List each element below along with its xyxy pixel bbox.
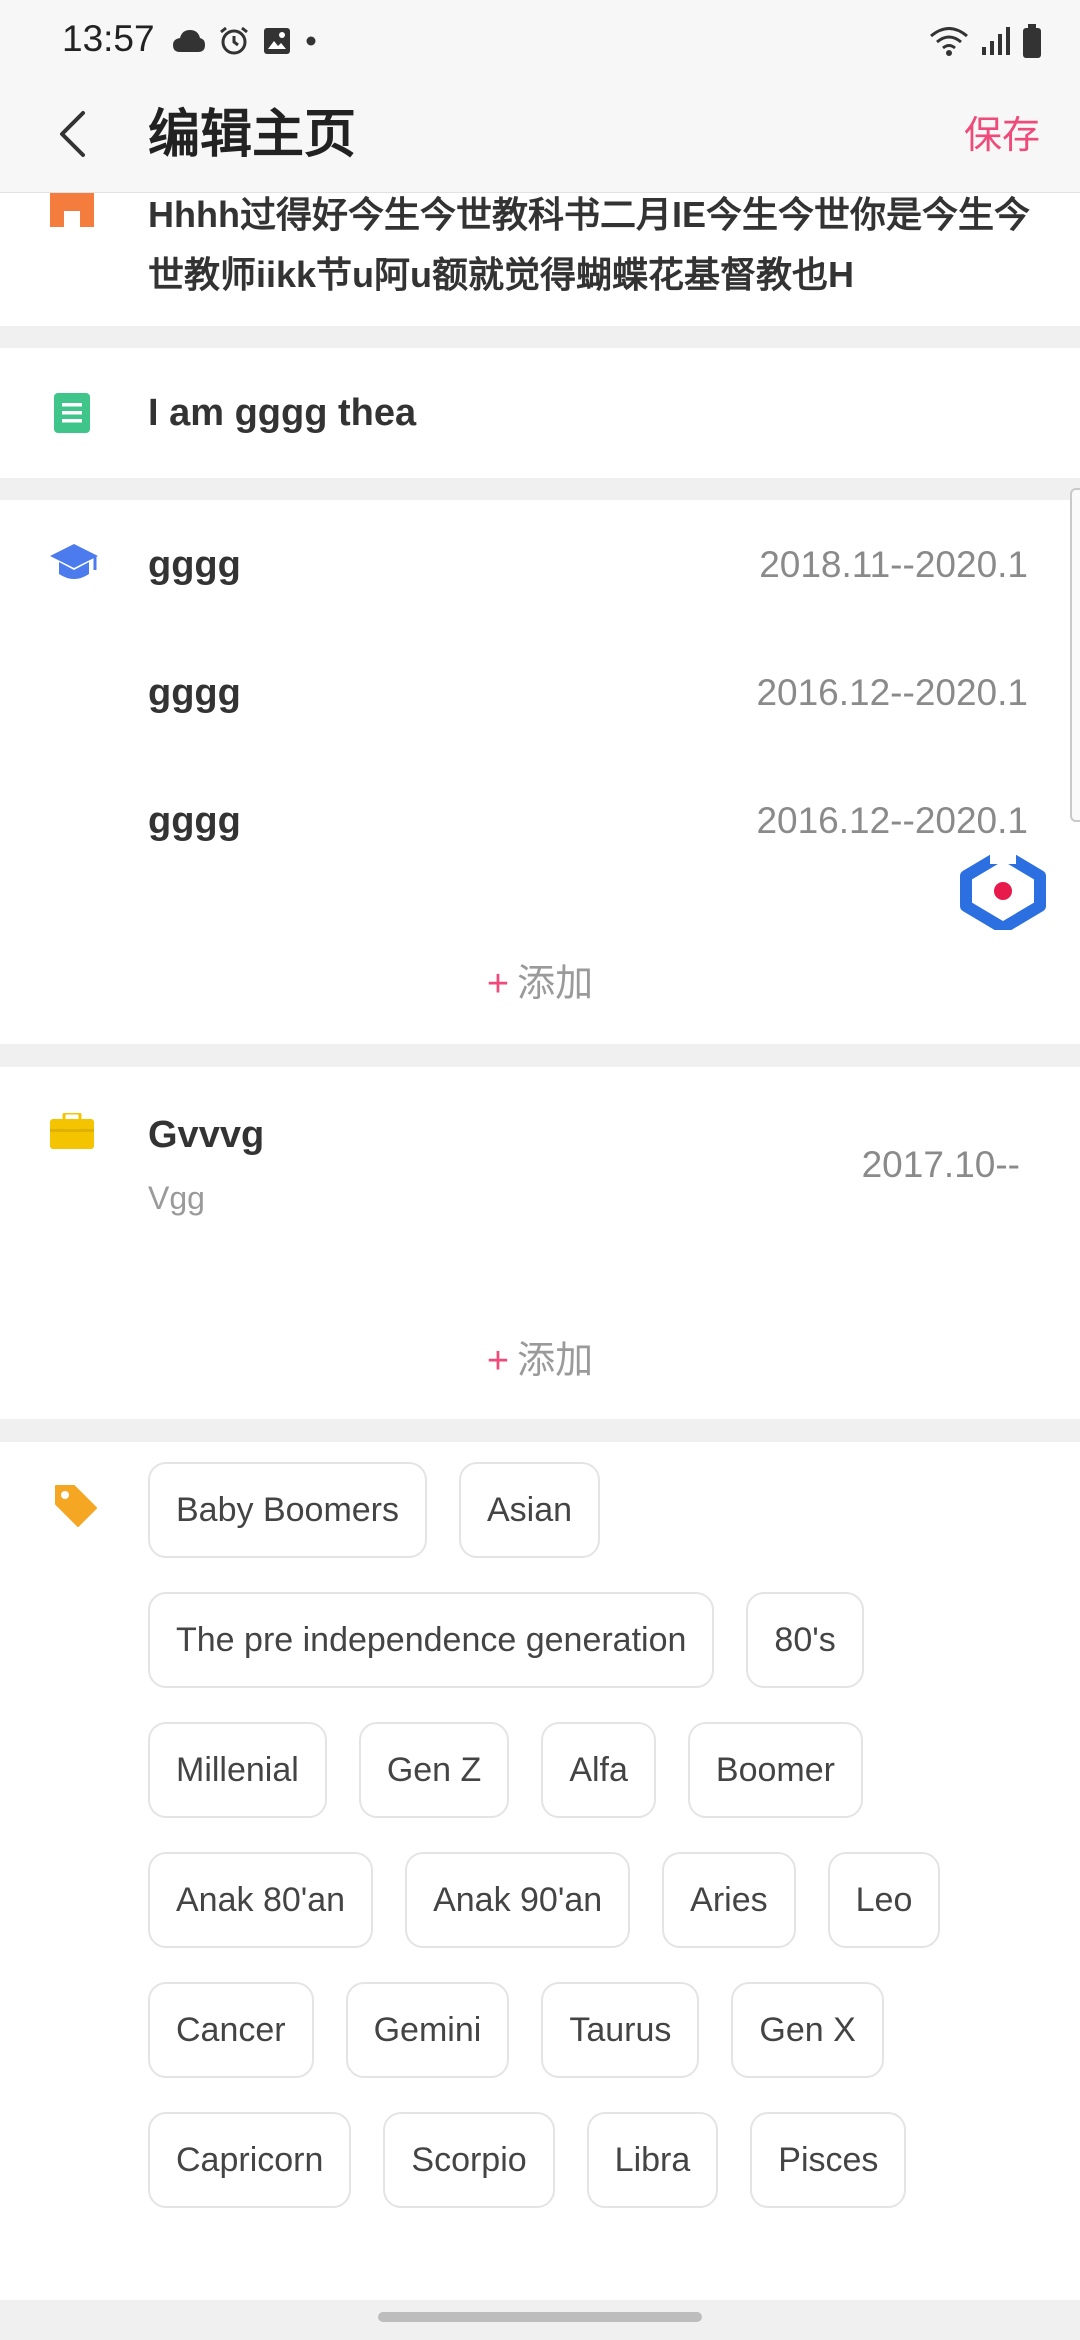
status-icons-right [928, 20, 1042, 62]
tag-row: Cancer Gemini Taurus Gen X [148, 1982, 1048, 2078]
tag-chip[interactable]: Asian [459, 1462, 601, 1558]
education-name: gggg [148, 800, 241, 842]
tag-chip[interactable]: Leo [827, 1852, 941, 1948]
tag-row: Anak 80'an Anak 90'an Aries Leo [148, 1852, 1048, 1948]
status-icons-left [172, 20, 318, 62]
tag-chip[interactable]: Capricorn [148, 2112, 352, 2208]
signal-icon [982, 27, 1010, 55]
save-button[interactable]: 保存 [964, 106, 1040, 166]
tag-chip[interactable]: 80's [746, 1592, 864, 1688]
tag-row: The pre independence generation 80's [148, 1592, 1048, 1688]
intro-text: I am gggg thea [148, 392, 417, 434]
school-icon [50, 193, 94, 227]
work-subtitle: Vgg [148, 1180, 205, 1216]
add-work-label: 添加 [517, 1340, 594, 1382]
tag-chip[interactable]: Aries [662, 1852, 796, 1948]
battery-icon [1023, 24, 1041, 58]
floating-assistant-icon[interactable] [960, 850, 1046, 930]
notification-dot-icon [306, 36, 316, 46]
education-section: gggg 2018.11--2020.1 gggg 2016.12--2020.… [0, 500, 1080, 1044]
school-text: Hhhh过得好今生今世教科书二月IE今生今世你是今生今世教师iikk节u阿u额就… [148, 194, 1030, 295]
education-date: 2018.11--2020.1 [759, 544, 1028, 585]
tag-row: Capricorn Scorpio Libra Pisces [148, 2112, 1048, 2208]
education-name: gggg [148, 544, 241, 586]
tag-row: Millenial Gen Z Alfa Boomer [148, 1722, 1048, 1818]
tag-chip[interactable]: Alfa [541, 1722, 656, 1818]
header-bar: 编辑主页 保存 [0, 80, 1080, 193]
tag-chip[interactable]: Taurus [541, 1982, 700, 2078]
wifi-icon [930, 27, 968, 56]
page-title: 编辑主页 [148, 106, 357, 164]
tags-section: Baby Boomers Asian The pre independence … [0, 1442, 1080, 2300]
status-time: 13:57 [62, 18, 155, 59]
tag-chip[interactable]: Gemini [345, 1982, 510, 2078]
back-button[interactable] [40, 102, 104, 166]
tag-chip[interactable]: Millenial [148, 1722, 327, 1818]
education-item[interactable]: gggg 2016.12--2020.1 [0, 781, 1080, 861]
work-date: 2017.10-- [861, 1144, 1020, 1185]
tag-chip[interactable]: Gen Z [358, 1722, 510, 1818]
status-bar: 13:57 [0, 0, 1080, 80]
plus-icon: + [486, 963, 510, 1005]
work-title: Gvvvg [148, 1114, 265, 1156]
tag-list: Baby Boomers Asian The pre independence … [148, 1462, 1048, 2242]
tag-chip[interactable]: Boomer [687, 1722, 863, 1818]
tag-icon [55, 1485, 97, 1527]
tag-chip[interactable]: Libra [586, 2112, 719, 2208]
education-item[interactable]: gggg 2018.11--2020.1 [0, 525, 1080, 605]
add-education-label: 添加 [517, 963, 594, 1005]
tag-chip[interactable]: The pre independence generation [148, 1592, 715, 1688]
tag-chip[interactable]: Baby Boomers [148, 1462, 427, 1558]
image-icon [264, 28, 290, 54]
scrollbar[interactable] [1070, 488, 1080, 822]
education-item[interactable]: gggg 2016.12--2020.1 [0, 653, 1080, 733]
tag-chip[interactable]: Cancer [148, 1982, 314, 2078]
cloud-icon [173, 30, 205, 52]
tag-row: Baby Boomers Asian [148, 1462, 1048, 1558]
tag-chip[interactable]: Scorpio [383, 2112, 555, 2208]
tag-chip[interactable]: Gen X [731, 1982, 884, 2078]
intro-section[interactable]: I am gggg thea [0, 348, 1080, 478]
education-date: 2016.12--2020.1 [756, 800, 1028, 841]
plus-icon: + [486, 1340, 510, 1382]
education-date: 2016.12--2020.1 [756, 672, 1028, 713]
work-item[interactable]: Gvvvg Vgg 2017.10-- [0, 1067, 1080, 1247]
note-icon [54, 393, 90, 433]
home-indicator[interactable] [378, 2312, 702, 2322]
tag-chip[interactable]: Pisces [750, 2112, 907, 2208]
tag-chip[interactable]: Anak 90'an [405, 1852, 631, 1948]
add-work-button[interactable]: + 添加 [0, 1331, 1080, 1391]
add-education-button[interactable]: + 添加 [0, 954, 1080, 1014]
school-section[interactable]: Hhhh过得好今生今世教科书二月IE今生今世你是今生今世教师iikk节u阿u额就… [0, 193, 1080, 326]
education-name: gggg [148, 672, 241, 714]
tag-chip[interactable]: Anak 80'an [148, 1852, 374, 1948]
alarm-icon [220, 26, 248, 55]
chevron-left-icon [60, 111, 85, 157]
work-section: Gvvvg Vgg 2017.10-- + 添加 [0, 1067, 1080, 1419]
